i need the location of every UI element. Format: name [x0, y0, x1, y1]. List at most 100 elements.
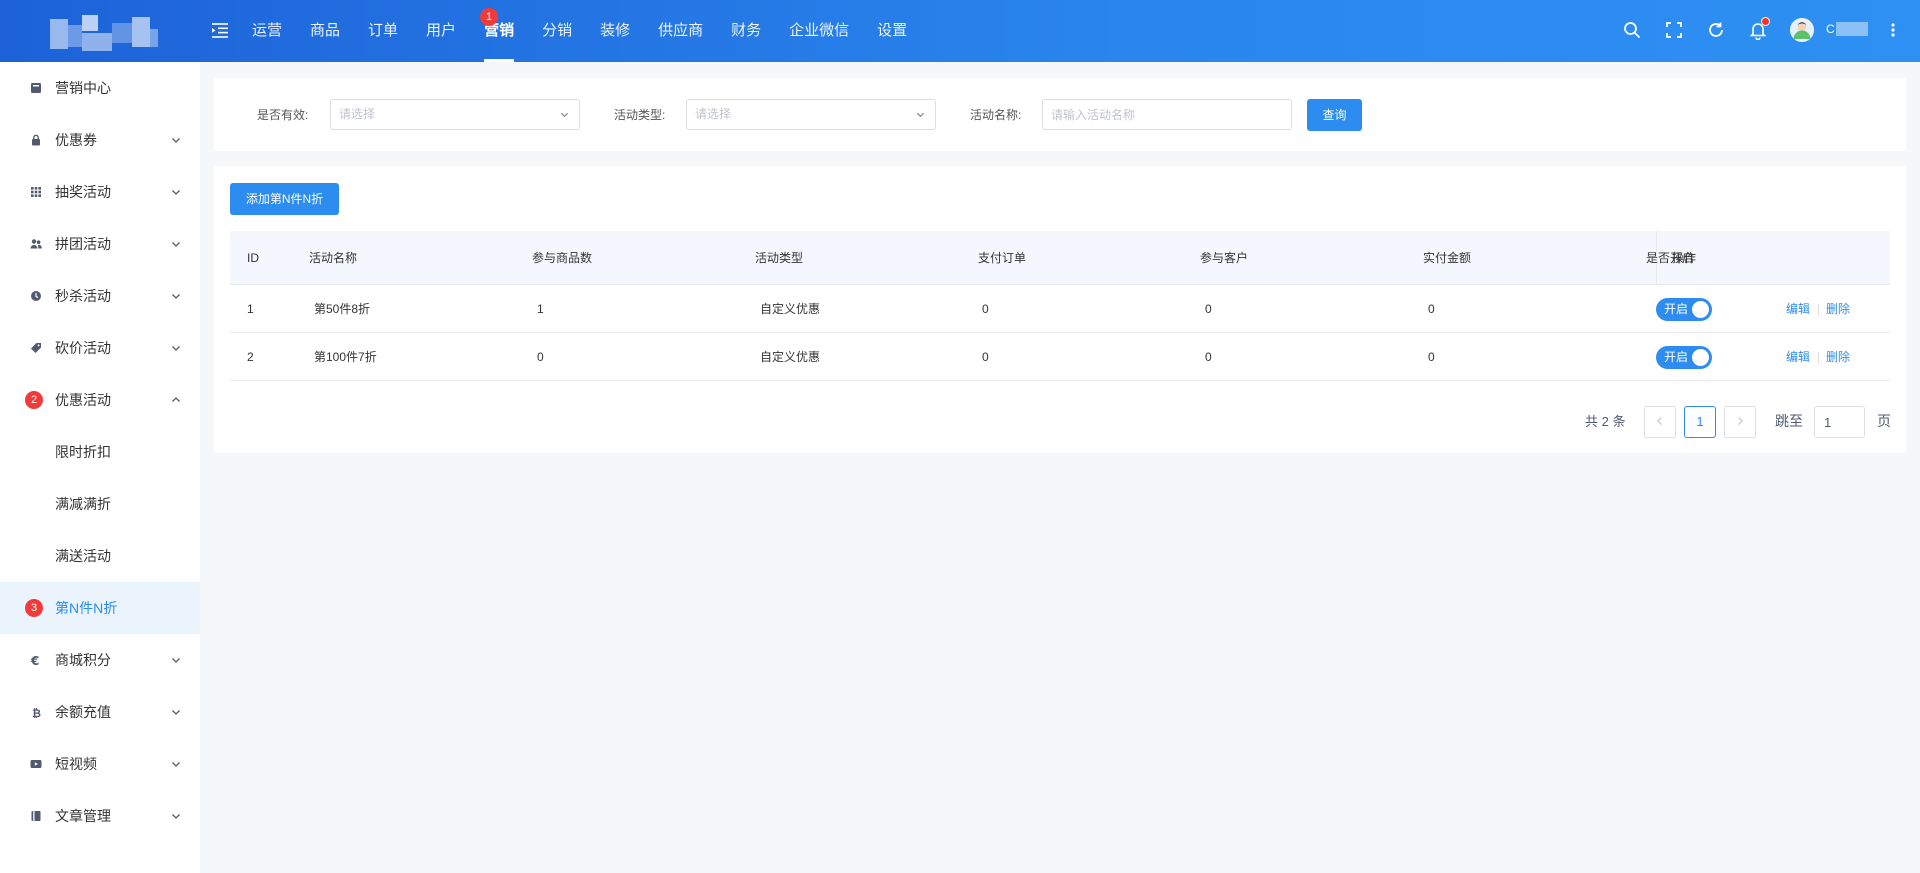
next-page-button[interactable]	[1724, 406, 1756, 438]
sidebar-item-2[interactable]: 抽奖活动	[0, 166, 200, 218]
table-panel: 添加第N件N折 ID 活动名称 参与商品数 活动类型 支付订单 参与客户 实付金额 是否开启操…	[214, 166, 1906, 453]
cell-type: 自定义优惠	[760, 350, 821, 364]
sidebar-item-13[interactable]: 短视频	[0, 738, 200, 790]
refresh-icon[interactable]	[1706, 20, 1726, 40]
bitcoin-icon: ₿	[32, 707, 41, 718]
jump-page-input[interactable]	[1814, 406, 1865, 438]
dashboard-icon	[31, 83, 41, 93]
enable-switch[interactable]: 开启	[1656, 298, 1712, 321]
cell-goods: 1	[537, 302, 544, 316]
nav-item-3[interactable]: 用户	[412, 0, 470, 62]
cell-name: 第50件8折	[314, 302, 371, 316]
chevron-down-icon	[172, 346, 180, 351]
nav-badge: 1	[480, 8, 499, 26]
cell-name: 第100件7折	[314, 350, 377, 364]
nav-item-2[interactable]: 订单	[354, 0, 412, 62]
search-icon[interactable]	[1622, 20, 1642, 40]
nav-item-10[interactable]: 设置	[863, 0, 921, 62]
column-header-1: 活动名称	[309, 251, 358, 265]
clock-icon	[31, 291, 41, 301]
username[interactable]: C	[1826, 22, 1835, 36]
page-button-1[interactable]: 1	[1684, 406, 1716, 438]
edit-link[interactable]: 编辑	[1786, 285, 1810, 333]
username-redacted	[1836, 22, 1868, 36]
sidebar-item-7[interactable]: 限时折扣	[0, 426, 200, 478]
switch-label: 开启	[1664, 350, 1689, 364]
cell-type: 自定义优惠	[760, 302, 821, 316]
sidebar-item-label: 抽奖活动	[55, 184, 111, 200]
nav-item-label: 商品	[310, 22, 341, 39]
svg-text:₿: ₿	[32, 707, 41, 718]
switch-label: 开启	[1664, 302, 1689, 316]
page-suffix: 页	[1877, 413, 1891, 429]
nav-item-8[interactable]: 财务	[717, 0, 775, 62]
name-input[interactable]	[1042, 99, 1292, 130]
chevron-down-icon	[172, 658, 180, 663]
delete-link[interactable]: 删除	[1826, 285, 1850, 333]
search-button[interactable]: 查询	[1307, 99, 1362, 131]
enable-switch[interactable]: 开启	[1656, 346, 1712, 369]
chevron-down-icon	[172, 242, 180, 247]
cell-amount: 0	[1428, 302, 1435, 316]
chevron-down-icon	[560, 112, 569, 118]
nav-item-7[interactable]: 供应商	[644, 0, 717, 62]
sidebar-item-10[interactable]: 3 第N件N折	[0, 582, 200, 634]
sidebar-item-8[interactable]: 满减满折	[0, 478, 200, 530]
logo[interactable]	[46, 11, 158, 55]
link-separator	[1818, 352, 1819, 363]
link-separator	[1818, 304, 1819, 315]
cell-customers: 0	[1205, 302, 1212, 316]
jump-label: 跳至	[1775, 413, 1803, 429]
add-activity-button[interactable]: 添加第N件N折	[230, 183, 339, 215]
tag-icon	[31, 343, 41, 353]
prev-page-button[interactable]	[1644, 406, 1676, 438]
cell-id: 1	[247, 302, 254, 316]
type-select[interactable]: 请选择	[686, 99, 936, 130]
more-vertical-icon[interactable]	[1888, 20, 1898, 40]
menu-fold-icon[interactable]	[211, 21, 229, 39]
sidebar-item-label: 限时折扣	[55, 444, 111, 460]
nav-item-5[interactable]: 分销	[528, 0, 586, 62]
top-header: 运营 商品 订单 用户 营销 1 分销 装修 供应商 财务 企业微信 设置 C	[0, 0, 1920, 62]
nav-item-label: 用户	[426, 22, 457, 39]
nav-item-9[interactable]: 企业微信	[775, 0, 863, 62]
sidebar-item-0[interactable]: 营销中心	[0, 62, 200, 114]
edit-link[interactable]: 编辑	[1786, 333, 1810, 381]
sidebar-item-11[interactable]: € 商城积分	[0, 634, 200, 686]
nav-item-0[interactable]: 运营	[238, 0, 296, 62]
euro-icon: €	[30, 654, 39, 666]
fullscreen-icon[interactable]	[1664, 20, 1684, 40]
top-nav: 运营 商品 订单 用户 营销 1 分销 装修 供应商 财务 企业微信 设置	[238, 0, 921, 62]
sidebar: 营销中心优惠券抽奖活动拼团活动 秒杀活动 砍价活动 2 优惠活动限时折扣满减满折 满送活动…	[0, 62, 200, 873]
sidebar-item-14[interactable]: 文章管理	[0, 790, 200, 842]
nav-item-4[interactable]: 营销 1	[470, 0, 528, 62]
valid-select[interactable]: 请选择	[330, 99, 580, 130]
bell-icon[interactable]	[1748, 17, 1770, 41]
column-header-2: 参与商品数	[532, 251, 593, 265]
sidebar-item-label: 余额充值	[55, 704, 111, 720]
sidebar-item-12[interactable]: ₿ 余额充值	[0, 686, 200, 738]
sidebar-item-label: 优惠券	[55, 132, 97, 148]
sidebar-item-5[interactable]: 砍价活动	[0, 322, 200, 374]
grid-icon	[31, 187, 41, 197]
nav-item-1[interactable]: 商品	[296, 0, 354, 62]
sidebar-item-3[interactable]: 拼团活动	[0, 218, 200, 270]
filter-panel: 是否有效: 请选择 活动类型: 请选择 活动名称: 查询	[214, 78, 1906, 151]
sidebar-item-label: 第N件N折	[55, 600, 118, 616]
book-icon	[31, 811, 41, 821]
sidebar-item-1[interactable]: 优惠券	[0, 114, 200, 166]
chevron-down-icon	[172, 138, 180, 143]
sidebar-item-4[interactable]: 秒杀活动	[0, 270, 200, 322]
sidebar-item-6[interactable]: 2 优惠活动	[0, 374, 200, 426]
nav-item-6[interactable]: 装修	[586, 0, 644, 62]
column-header-0: ID	[247, 251, 259, 265]
switch-knob	[1692, 301, 1709, 318]
delete-link[interactable]: 删除	[1826, 333, 1850, 381]
nav-item-label: 装修	[600, 22, 631, 39]
sidebar-item-9[interactable]: 满送活动	[0, 530, 200, 582]
nav-item-label: 订单	[368, 22, 399, 39]
table-header: ID 活动名称 参与商品数 活动类型 支付订单 参与客户 实付金额 是否开启 操作	[230, 231, 1890, 285]
cell-customers: 0	[1205, 350, 1212, 364]
nav-item-label: 分销	[542, 22, 573, 39]
avatar[interactable]	[1790, 18, 1814, 42]
